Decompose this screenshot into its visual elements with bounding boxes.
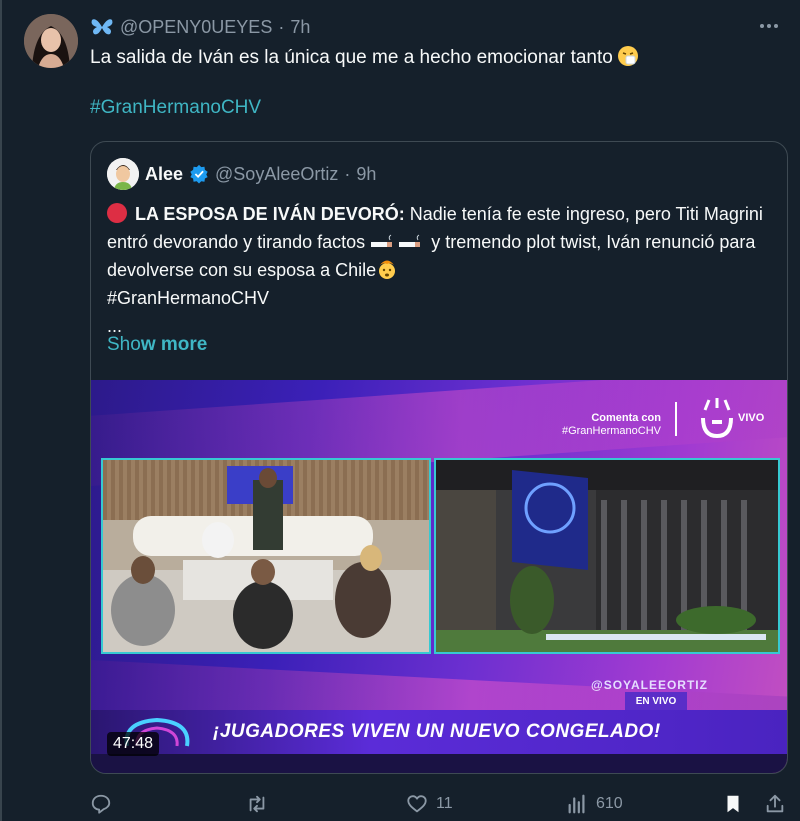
show-more-suffix: w more: [140, 334, 208, 355]
reply-button[interactable]: [90, 790, 112, 818]
cigarette-emoji-icon: [371, 234, 393, 247]
video-watermark: @SOYALEEORTIZ: [591, 678, 708, 692]
quoted-text: LA ESPOSA DE IVÁN DEVORÓ: Nadie tenía fe…: [107, 200, 777, 340]
share-icon: [766, 794, 784, 813]
quoted-headline: LA ESPOSA DE IVÁN DEVORÓ:: [135, 204, 405, 224]
banner-text: ¡JUGADORES VIVEN UN NUEVO CONGELADO!: [213, 721, 661, 742]
share-button[interactable]: [764, 790, 786, 818]
show-more-prefix: Sho: [107, 334, 141, 355]
dot-icon: [767, 24, 771, 28]
like-count: 11: [436, 795, 453, 812]
avatar[interactable]: [24, 14, 78, 68]
like-button[interactable]: 11: [406, 790, 453, 818]
quoted-hashtag[interactable]: #GranHermanoCHV: [107, 288, 269, 308]
vivo-label: VIVO: [738, 412, 765, 424]
tweet-header: @OPENY0UEYES · 7h: [90, 14, 310, 40]
comenta-line1: Comenta con: [591, 412, 661, 424]
quoted-ellipsis: ...: [107, 316, 123, 336]
quoted-avatar[interactable]: [107, 158, 139, 190]
video-panel-living-room: [101, 458, 431, 654]
reply-icon: [91, 794, 111, 814]
quoted-handle[interactable]: @SoyAleeOrtiz: [215, 164, 338, 185]
heart-icon: [407, 795, 427, 813]
retweet-button[interactable]: [246, 790, 268, 818]
video-duration: 47:48: [107, 732, 160, 756]
cigarette-emoji-icon: [399, 234, 421, 247]
video-bottom-bar: [91, 754, 787, 773]
tweet-text: La salida de Iván es la única que me a h…: [90, 44, 639, 71]
red-circle-emoji-icon: [107, 203, 127, 223]
divider: [675, 402, 677, 436]
comenta-line2: #GranHermanoCHV: [561, 425, 661, 437]
quoted-tweet-header: Alee @SoyAleeOrtiz · 9h: [107, 158, 376, 190]
dot-separator: ·: [278, 16, 285, 37]
tweet-actions: 11 610: [90, 790, 790, 818]
views-chart-icon: [568, 794, 585, 814]
views-count: 610: [596, 795, 623, 812]
bookmark-icon: [727, 795, 739, 813]
quoted-display-name[interactable]: Alee: [145, 164, 183, 185]
retweet-icon: [249, 795, 265, 813]
dot-icon: [774, 24, 778, 28]
views-button[interactable]: 610: [566, 790, 623, 818]
comenta-con-overlay: Comenta con #GranHermanoCHV: [541, 412, 661, 438]
more-options-button[interactable]: [758, 18, 780, 34]
exploding-head-emoji-icon: [379, 260, 396, 279]
quoted-tweet[interactable]: Alee @SoyAleeOrtiz · 9h LA ESPOSA DE IVÁ…: [90, 141, 788, 774]
dot-icon: [760, 24, 764, 28]
tweet-text-content: La salida de Iván es la única que me a h…: [90, 47, 613, 68]
lower-third-banner: ¡JUGADORES VIVEN UN NUEVO CONGELADO!: [91, 710, 787, 754]
verified-badge-icon: [190, 164, 208, 184]
left-border: [0, 0, 2, 821]
show-more-link[interactable]: Show more: [107, 334, 207, 356]
en-vivo-badge: EN VIVO: [625, 692, 687, 710]
tweet-username[interactable]: @OPENY0UEYES: [120, 17, 272, 38]
video-panel-garden: [434, 458, 780, 654]
butterfly-icon: [91, 19, 113, 35]
tweet-hashtag[interactable]: #GranHermanoCHV: [90, 97, 261, 119]
tweet-time[interactable]: 7h: [290, 17, 310, 38]
quoted-time[interactable]: 9h: [356, 164, 376, 185]
video-thumbnail[interactable]: Comenta con #GranHermanoCHV VIVO @SOYALE…: [91, 380, 787, 773]
chv-logo-icon: [701, 398, 733, 439]
sneezing-face-emoji-icon: [617, 46, 638, 66]
dot-separator: ·: [344, 163, 351, 184]
bookmark-button[interactable]: [722, 790, 744, 818]
